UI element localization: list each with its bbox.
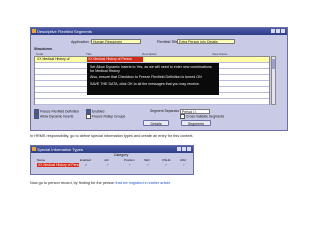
title-cell[interactable]: XX Medical History of Person (87, 57, 143, 62)
window-title: Special Information Types (37, 147, 83, 152)
application-field[interactable]: Human Resources (91, 39, 141, 44)
col-enabled: Enabled (80, 158, 92, 162)
enabled-check-icon[interactable]: ✓ (84, 163, 88, 167)
caption-body: Now go to person record, by finding for … (30, 181, 116, 185)
flexfield-title-field[interactable]: Extra Person Info Details (177, 39, 235, 44)
app-icon (32, 147, 36, 151)
window-controls (271, 29, 285, 33)
close-icon[interactable] (281, 29, 285, 33)
position-cell[interactable]: ⌐ (128, 163, 132, 167)
header-fields: Application Human Resources Flexfield Ti… (31, 39, 287, 45)
article-link[interactable]: that we migrated in earlier article (115, 181, 170, 185)
segments-button[interactable]: Segments (181, 120, 211, 126)
col-skill: Skill (144, 158, 150, 162)
caption-text: Now go to person record, by finding for … (30, 181, 170, 185)
col-name: Name (37, 158, 46, 162)
segment-separator-label: Segment Separator (150, 109, 180, 113)
maximize-icon[interactable] (182, 147, 186, 151)
instruction-note: Set Allow Dynamic Inserts to Yes, as we … (87, 63, 219, 95)
note-line: Set Allow Dynamic Inserts to Yes, as we … (90, 65, 212, 74)
window-titlebar: Special Information Types (31, 146, 193, 153)
osha-cell[interactable]: ⌐ (164, 163, 168, 167)
col-position: Position (124, 158, 135, 162)
special-information-types-window: Special Information Types Category Name … (30, 145, 194, 175)
checkbox-icon[interactable] (86, 114, 91, 119)
table-row[interactable] (35, 99, 269, 105)
table-scrollbar[interactable] (271, 56, 276, 105)
minimize-icon[interactable] (271, 29, 275, 33)
note-line: Also, ensure that Checkbox to Freeze Fle… (90, 75, 202, 80)
cross-validate-checkbox[interactable]: Cross-Validate Segments (180, 114, 224, 119)
descriptive-flexfield-window: Descriptive Flexfield Segments Applicati… (30, 27, 288, 131)
details-button[interactable]: Details (143, 120, 169, 126)
checkbox-icon[interactable] (34, 114, 39, 119)
ada-cell[interactable]: ⌐ (182, 163, 186, 167)
col-osha: OSHA (162, 158, 171, 162)
checkbox-icon[interactable] (180, 114, 185, 119)
scrollbar-thumb[interactable] (272, 59, 275, 69)
freeze-rollup-checkbox[interactable]: Freeze Rollup Groups (86, 114, 125, 119)
window-titlebar: Descriptive Flexfield Segments (31, 28, 287, 35)
close-icon[interactable] (187, 147, 191, 151)
skill-cell[interactable]: ⌐ (146, 163, 150, 167)
note-line: SAVE THE DATA, click OK to all the messa… (90, 81, 200, 86)
sit-header: Name Enabled Job Position Skill OSHA ADA (34, 158, 190, 162)
structures-label: Structures (34, 47, 52, 51)
job-cell[interactable]: ⌐ (106, 163, 110, 167)
window-title: Descriptive Flexfield Segments (37, 29, 92, 34)
col-ada: ADA (180, 158, 187, 162)
maximize-icon[interactable] (276, 29, 280, 33)
flexfield-title-label: Flexfield Title (157, 40, 178, 44)
application-label: Application (71, 40, 89, 44)
window-controls (177, 147, 191, 151)
dynamic-inserts-checkbox[interactable]: Allow Dynamic Inserts (34, 114, 73, 119)
caption-text: In HRMS responsibility, go to define spe… (30, 134, 194, 138)
table-row[interactable]: XX Medical History of Person ✓ ⌐ ⌐ ⌐ ⌐ ⌐ (34, 163, 190, 167)
col-job: Job (104, 158, 109, 162)
app-icon (32, 29, 36, 33)
minimize-icon[interactable] (177, 147, 181, 151)
sit-name-cell[interactable]: XX Medical History of Person (37, 163, 79, 167)
code-cell[interactable]: XX Medical History of (37, 57, 69, 62)
category-label: Category (113, 153, 129, 157)
